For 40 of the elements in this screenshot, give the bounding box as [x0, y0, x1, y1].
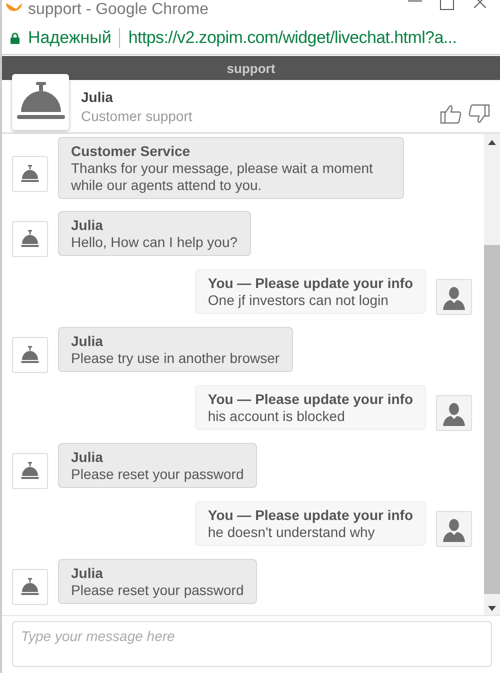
message-text: Hello, How can I help you?: [71, 234, 238, 250]
sender-name: Customer Service: [71, 143, 192, 160]
scroll-down-icon[interactable]: [488, 606, 496, 611]
sender-name: Julia: [71, 564, 104, 582]
scroll-up-icon[interactable]: [488, 140, 496, 145]
message-text: his account is blocked: [208, 408, 346, 424]
agent-role: Customer support: [81, 108, 192, 124]
sender-name: You — Please update your info: [208, 274, 413, 292]
message-input[interactable]: Type your message here: [12, 621, 492, 667]
message-text: Please reset your password: [71, 582, 244, 598]
close-icon[interactable]: [472, 0, 486, 8]
window-title: support - Google Chrome: [28, 0, 209, 20]
url-text[interactable]: https://v2.zopim.com/widget/livechat.html?a...: [128, 28, 457, 48]
maximize-icon[interactable]: [440, 0, 454, 10]
agent-avatar: [12, 156, 48, 192]
widget-title: support: [226, 60, 276, 76]
agent-name: Julia: [81, 88, 114, 104]
agent-avatar: [12, 569, 48, 605]
sender-name: Julia: [71, 448, 104, 466]
agent-avatar: [12, 221, 48, 257]
sender-name: You — Please update your info: [208, 506, 413, 524]
agent-avatar: [12, 337, 48, 373]
message-text: Thanks for your message, please wait a moment while our agents attend to you.: [71, 160, 374, 194]
user-avatar: [436, 395, 472, 431]
thumbs-down-icon[interactable]: [468, 104, 490, 124]
message-text: One jf investors can not login: [208, 292, 390, 308]
agent-avatar: [12, 453, 48, 489]
message-text: Please try use in another browser: [71, 350, 280, 366]
sender-name: Julia: [71, 216, 104, 234]
sender-name: You — Please update your info: [208, 390, 413, 408]
message-text: Please reset your password: [71, 466, 244, 482]
security-label[interactable]: Надежный: [28, 28, 112, 48]
user-avatar: [436, 279, 472, 315]
sender-name: Julia: [71, 332, 104, 350]
user-avatar: [436, 511, 472, 547]
thumbs-up-icon[interactable]: [440, 104, 462, 124]
message-text: he doesn't understand why: [208, 524, 376, 540]
scrollbar[interactable]: [484, 134, 500, 615]
lock-icon: [10, 32, 20, 44]
agent-avatar: [12, 74, 69, 130]
